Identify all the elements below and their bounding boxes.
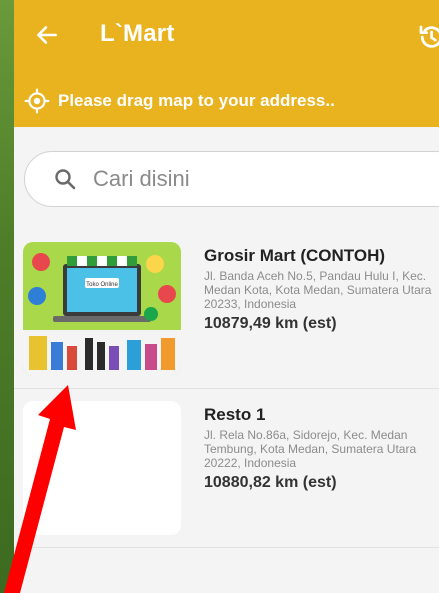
store-info: Resto 1 Jl. Rela No.86a, Sidorejo, Kec. …: [204, 405, 439, 492]
app-title: L`Mart: [100, 20, 175, 47]
thumb-sign-text: Toko Online: [86, 282, 118, 288]
store-name: Resto 1: [204, 405, 266, 424]
store-thumbnail: Toko Online: [23, 242, 181, 376]
app-bar: L`Mart Please drag map to your address..: [14, 0, 439, 127]
search-placeholder: Cari disini: [93, 166, 190, 191]
store-name: Grosir Mart (CONTOH): [204, 246, 386, 265]
search-input[interactable]: Cari disini: [24, 151, 439, 207]
store-address: Jl. Rela No.86a, Sidorejo, Kec. Medan Te…: [204, 428, 417, 470]
store-distance: 10879,49 km (est): [204, 315, 337, 332]
store-item[interactable]: Resto 1 Jl. Rela No.86a, Sidorejo, Kec. …: [14, 389, 439, 548]
app-screen: L`Mart Please drag map to your address..…: [14, 0, 439, 593]
store-distance: 10880,82 km (est): [204, 474, 337, 491]
location-prompt-text: Please drag map to your address..: [58, 91, 335, 110]
store-address: Jl. Banda Aceh No.5, Pandau Hulu I, Kec.…: [204, 269, 432, 311]
gps-target-icon: [24, 88, 50, 114]
back-arrow-icon[interactable]: [34, 22, 60, 48]
store-info: Grosir Mart (CONTOH) Jl. Banda Aceh No.5…: [204, 246, 439, 333]
store-thumbnail: [23, 401, 181, 535]
search-icon: [55, 169, 76, 190]
history-icon[interactable]: [416, 22, 439, 52]
location-prompt[interactable]: Please drag map to your address..: [24, 86, 335, 116]
online-shop-illustration: Toko Online: [23, 242, 181, 376]
store-item[interactable]: Toko Online Grosir Mart (CONTOH) Jl. Ban…: [14, 230, 439, 389]
